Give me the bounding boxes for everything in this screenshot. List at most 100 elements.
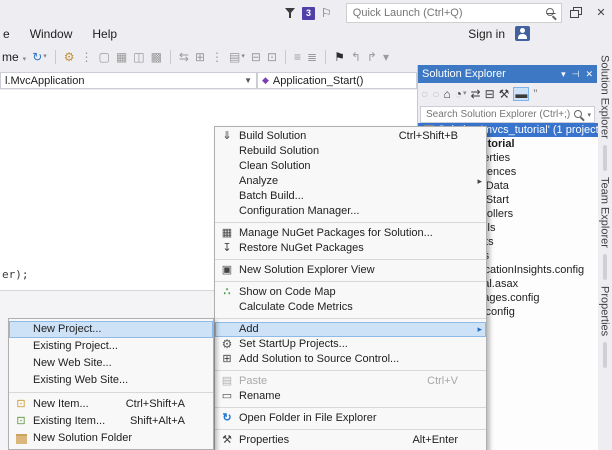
code-fragment: er); [2, 268, 29, 281]
forward-icon[interactable]: ○ [432, 87, 439, 101]
menu-item-manage-nuget-packages[interactable]: Manage NuGet Packages for Solution... [215, 226, 486, 241]
feedback-icon[interactable]: ⚐ [321, 6, 332, 20]
menu-item-show-on-code-map[interactable]: Show on Code Map [215, 285, 486, 300]
type-dropdown[interactable]: l.MvcApplication ▼ [0, 72, 257, 89]
submenu-item-new-item[interactable]: New Item... Ctrl+Shift+A [9, 396, 213, 413]
order-alt-icon[interactable]: ≣ [307, 50, 317, 64]
vs-window: 3 ⚐ e Window Help Sign in me [0, 0, 612, 450]
solution-explorer-search-input[interactable] [424, 108, 574, 121]
notifications-badge[interactable]: 3 [302, 6, 315, 20]
solution-context-menu: Build Solution Ctrl+Shift+B Rebuild Solu… [214, 126, 487, 450]
menu-item-add-solution-to-source-control[interactable]: Add Solution to Source Control... [215, 352, 486, 371]
menu-item-open-folder-in-file-explorer[interactable]: Open Folder in File Explorer [215, 411, 486, 430]
submenu-item-existing-item[interactable]: Existing Item... Shift+Alt+A [9, 413, 213, 430]
submenu-item-existing-web-site[interactable]: Existing Web Site... [9, 372, 213, 393]
back-icon[interactable]: ○ [421, 87, 428, 101]
table-icon[interactable]: ▩ [151, 50, 162, 64]
bring-front-icon[interactable]: ⊟ [251, 50, 261, 64]
panel-title: Solution Explorer [422, 68, 506, 80]
menu-item-build-solution[interactable]: Build Solution Ctrl+Shift+B [215, 129, 486, 144]
columns-icon[interactable]: ▤ [229, 50, 245, 64]
menu-item-configuration-manager[interactable]: Configuration Manager... [215, 204, 486, 223]
quick-launch-input[interactable] [350, 6, 545, 20]
toolbar-separator[interactable] [285, 50, 287, 64]
dialog-icon[interactable]: ▢ [99, 50, 110, 64]
minimize-button[interactable] [544, 5, 558, 19]
main-toolbar: me ↻ ⚙ ⋮ ▢ ▦ ◫ ▩ ⇆ ⊞ [0, 46, 432, 68]
side-tab-solution-explorer[interactable]: Solution Explorer [599, 55, 611, 177]
notifications-filter-icon[interactable] [284, 6, 296, 20]
nuget-restore-icon [215, 243, 239, 254]
close-button[interactable] [594, 5, 608, 19]
paste-icon [215, 376, 239, 387]
menu-item-batch-build[interactable]: Batch Build... [215, 189, 486, 204]
submenu-arrow-icon [468, 174, 486, 189]
solution-explorer-header[interactable]: Solution Explorer ▾ ⊣ ✕ [418, 65, 597, 83]
submenu-item-existing-project[interactable]: Existing Project... [9, 338, 213, 355]
menubar-item-fragment[interactable]: e [3, 27, 10, 41]
menu-item-new-solution-explorer-view[interactable]: New Solution Explorer View [215, 263, 486, 282]
submenu-item-new-project[interactable]: New Project... [9, 321, 213, 338]
refresh-icon[interactable]: ↻ [32, 50, 47, 64]
send-back-icon[interactable]: ⊡ [267, 50, 277, 64]
toolbar-separator[interactable] [325, 50, 327, 64]
user-avatar-icon[interactable] [515, 26, 530, 41]
member-dropdown[interactable]: ◆ Application_Start() [257, 72, 417, 89]
next-bookmark-icon[interactable]: ↱ [367, 50, 377, 64]
submenu-item-new-solution-folder[interactable]: New Solution Folder [9, 430, 213, 447]
window-buttons [544, 4, 608, 20]
method-icon: ◆ [262, 75, 269, 85]
existing-item-icon [9, 416, 33, 427]
submenu-item-new-web-site[interactable]: New Web Site... [9, 355, 213, 372]
menu-item-calculate-code-metrics[interactable]: Calculate Code Metrics [215, 300, 486, 319]
overflow-icon[interactable]: ⋮ [81, 50, 93, 64]
restore-button[interactable] [570, 6, 582, 18]
prev-bookmark-icon[interactable]: ↰ [351, 50, 361, 64]
properties-icon[interactable]: ⚒ [499, 87, 510, 101]
submenu-arrow-icon [468, 322, 486, 337]
bookmark-icon[interactable]: ⚑ [334, 50, 345, 64]
panel-overflow-icon[interactable]: ” [533, 87, 537, 101]
menu-item-rebuild-solution[interactable]: Rebuild Solution [215, 144, 486, 159]
toolbar-dropdown-fragment[interactable]: me [2, 50, 26, 64]
sync-icon[interactable]: ⇄ [471, 87, 481, 101]
menu-item-set-startup-projects[interactable]: Set StartUp Projects... [215, 337, 486, 352]
side-tab-properties[interactable]: Properties [599, 286, 611, 374]
chevron-down-icon: ▼ [244, 76, 252, 85]
side-tab-team-explorer[interactable]: Team Explorer [599, 177, 611, 286]
home-icon[interactable]: ⌂ [444, 87, 451, 101]
open-folder-icon [215, 413, 239, 424]
menubar-item-help[interactable]: Help [92, 27, 117, 41]
more-commands-icon[interactable]: ▾ [383, 50, 389, 64]
align-icon[interactable]: ⊞ [195, 50, 205, 64]
add-source-control-icon [215, 354, 239, 365]
solution-explorer-toolbar: ○ ○ ⌂ ◔ ⇄ ⊟ ⚒ ▬ ” [418, 83, 597, 105]
menu-item-paste[interactable]: Paste Ctrl+V [215, 374, 486, 389]
window-position-icon[interactable]: ▾ [561, 69, 566, 80]
menu-item-rename[interactable]: Rename [215, 389, 486, 408]
dots-icon[interactable]: ⋮ [211, 50, 223, 64]
split-icon[interactable]: ◫ [133, 50, 144, 64]
wrench-icon [215, 435, 239, 446]
menu-item-properties[interactable]: Properties Alt+Enter [215, 433, 486, 448]
grid-icon[interactable]: ▦ [116, 50, 127, 64]
swap-icon[interactable]: ⇆ [179, 50, 189, 64]
menubar-item-window[interactable]: Window [30, 27, 73, 41]
attach-icon[interactable]: ⚙ [64, 50, 75, 64]
toolbar-separator[interactable] [169, 50, 171, 64]
close-icon[interactable]: ✕ [585, 69, 593, 80]
collapse-all-icon[interactable]: ⊟ [485, 87, 495, 101]
menu-item-clean-solution[interactable]: Clean Solution [215, 159, 486, 174]
menu-item-add[interactable]: Add [215, 322, 486, 337]
menu-item-restore-nuget-packages[interactable]: Restore NuGet Packages [215, 241, 486, 260]
pin-icon[interactable]: ⊣ [572, 69, 580, 80]
order-icon[interactable]: ≡ [294, 50, 301, 64]
menu-item-analyze[interactable]: Analyze [215, 174, 486, 189]
sign-in-link[interactable]: Sign in [468, 27, 505, 41]
titlebar: 3 ⚐ [0, 0, 612, 26]
toolbar-separator[interactable] [54, 50, 56, 64]
code-map-icon [215, 287, 239, 298]
show-all-files-icon[interactable]: ▬ [513, 87, 530, 101]
pending-changes-icon[interactable]: ◔ [455, 87, 467, 101]
titlebar-right: 3 ⚐ [284, 3, 562, 23]
